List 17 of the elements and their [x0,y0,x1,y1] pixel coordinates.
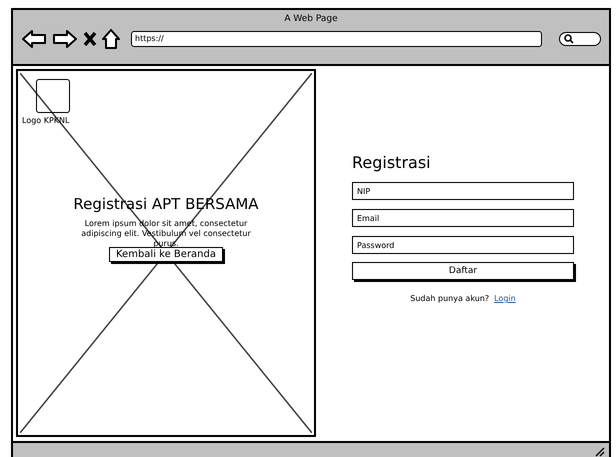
back-home-button[interactable]: Kembali ke Beranda [109,247,223,262]
close-icon[interactable] [83,31,97,47]
submit-button[interactable]: Daftar [352,262,574,280]
login-link[interactable]: Login [494,294,516,303]
form-title: Registrasi [352,153,432,172]
forward-icon[interactable] [52,29,78,49]
address-field[interactable]: https:// [131,31,542,47]
search-icon [564,34,574,44]
home-icon[interactable] [102,29,120,49]
search-field[interactable] [559,32,601,46]
login-prompt: Sudah punya akun? [410,294,490,303]
logo-placeholder [36,79,70,113]
input-field[interactable]: NIP [352,182,574,200]
input-field[interactable]: Password [352,236,574,254]
back-icon[interactable] [21,29,47,49]
window-title: A Web Page [284,14,338,24]
input-field[interactable]: Email [352,209,574,227]
